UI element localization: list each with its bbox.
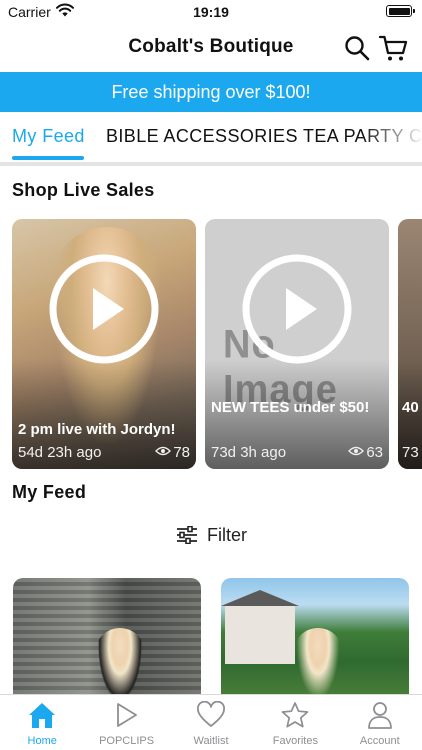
home-icon	[29, 703, 55, 728]
view-count: 63	[348, 444, 383, 461]
live-sale-title: 40 wi	[402, 399, 422, 416]
tabbar-label: Favorites	[272, 735, 318, 747]
tabbar-popclips[interactable]: POPCLIPS	[84, 695, 168, 750]
tabbar-favorites[interactable]: Favorites	[253, 695, 337, 750]
cart-icon[interactable]	[378, 33, 408, 63]
live-sale-time: 73	[402, 444, 419, 461]
tabs-divider	[0, 162, 422, 166]
feed-item[interactable]	[13, 578, 201, 698]
live-sale-title: 2 pm live with Jordyn!	[18, 421, 176, 438]
tabbar-label: Account	[359, 735, 400, 747]
play-icon	[117, 703, 138, 727]
view-count: 78	[155, 444, 190, 461]
live-sale-time: 73d 3h ago	[211, 444, 287, 461]
tabbar-home[interactable]: Home	[0, 695, 84, 750]
search-icon[interactable]	[342, 33, 372, 63]
play-icon[interactable]	[241, 253, 353, 365]
app-header: Cobalt's Boutique	[0, 24, 422, 70]
view-count-value: 63	[366, 444, 383, 461]
tabbar-waitlist[interactable]: Waitlist	[169, 695, 253, 750]
live-sale-card[interactable]: 40 wi 73	[398, 219, 422, 469]
person-icon	[367, 702, 392, 729]
tabbar-label: POPCLIPS	[99, 735, 155, 747]
tabbar-label: Home	[27, 735, 57, 747]
my-feed-heading: My Feed	[12, 482, 87, 502]
clock: 19:19	[193, 4, 229, 20]
eye-icon	[348, 446, 365, 456]
battery-icon	[386, 5, 415, 17]
tab-my-feed[interactable]: My Feed	[12, 126, 85, 147]
live-sale-card[interactable]: No Image NEW TEES under $50! 73d 3h ago …	[205, 219, 389, 469]
tab-bible-accessories[interactable]: BIBLE ACCESSORIES	[106, 126, 298, 147]
live-sale-title: NEW TEES under $50!	[211, 399, 370, 416]
active-tab-indicator	[12, 156, 84, 160]
play-icon[interactable]	[48, 253, 160, 365]
tabs-fade	[362, 112, 422, 166]
tabbar-label: Waitlist	[193, 735, 229, 747]
live-sales-heading: Shop Live Sales	[12, 180, 155, 200]
view-count-value: 78	[173, 444, 190, 461]
bottom-tab-bar: Home POPCLIPS Waitlist Favorites Account	[0, 694, 422, 750]
status-bar: Carrier 19:19	[0, 0, 422, 24]
heart-icon	[196, 701, 225, 727]
eye-icon	[155, 446, 172, 456]
feed-item[interactable]	[221, 578, 409, 698]
filter-label: Filter	[207, 525, 247, 545]
tabbar-account[interactable]: Account	[338, 695, 422, 750]
star-icon	[281, 702, 309, 728]
live-sale-time: 54d 23h ago	[18, 444, 102, 461]
promo-banner[interactable]: Free shipping over $100!	[0, 72, 422, 112]
category-tabs: My Feed BIBLE ACCESSORIES TEA PARTY C	[0, 112, 422, 166]
filter-icon	[177, 526, 197, 544]
product-photo	[95, 628, 145, 698]
product-photo	[293, 628, 343, 698]
live-sale-card[interactable]: 2 pm live with Jordyn! 54d 23h ago 78	[12, 219, 196, 469]
live-sales-carousel[interactable]: 2 pm live with Jordyn! 54d 23h ago 78 No…	[0, 219, 422, 469]
